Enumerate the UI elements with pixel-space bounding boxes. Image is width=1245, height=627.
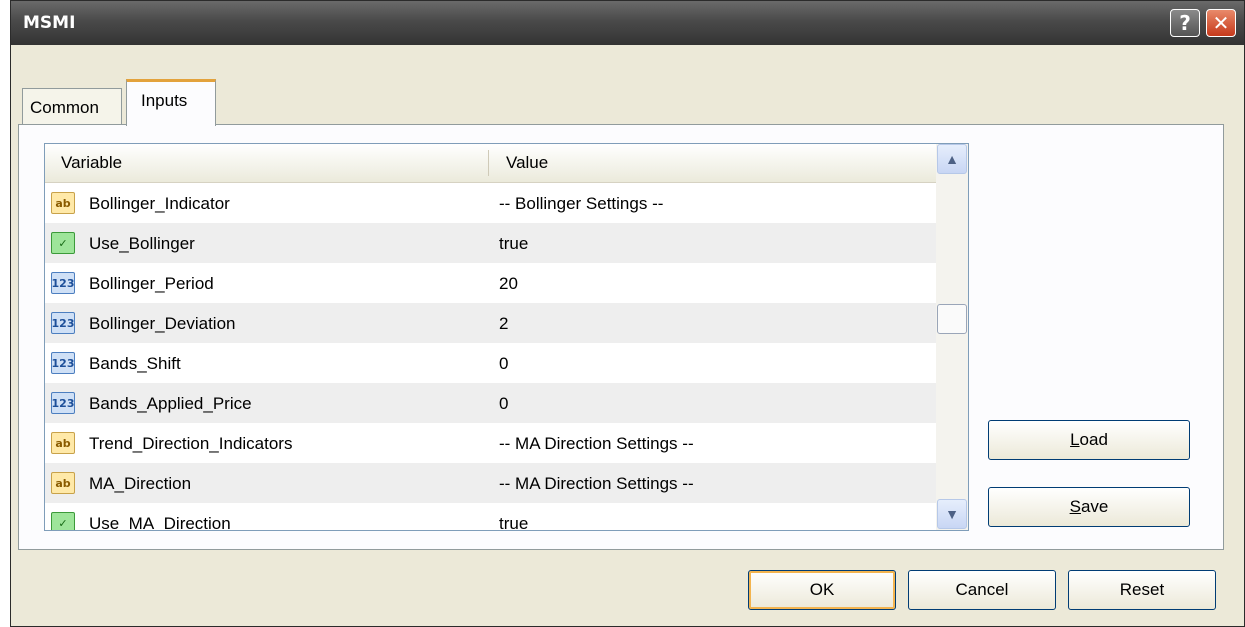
load-accesskey: L xyxy=(1070,430,1080,449)
variable-value[interactable]: 2 xyxy=(499,314,508,334)
save-button[interactable]: Save xyxy=(988,487,1190,527)
variable-value[interactable]: true xyxy=(499,514,528,530)
cancel-button[interactable]: Cancel xyxy=(908,570,1056,610)
variable-name: Use_MA_Direction xyxy=(89,514,231,531)
grid-rows: ab Bollinger_Indicator -- Bollinger Settin… xyxy=(45,183,936,531)
variable-name: Bollinger_Deviation xyxy=(89,314,236,333)
string-type-icon: ab xyxy=(51,432,75,454)
boolean-type-icon: ✓ xyxy=(51,512,75,530)
variable-name: Use_Bollinger xyxy=(89,234,195,253)
integer-type-icon: 123 xyxy=(51,312,75,334)
table-row[interactable]: ✓ Use_Bollinger true xyxy=(45,223,936,263)
grid-header: Variable Value xyxy=(45,144,936,183)
variable-value[interactable]: -- Bollinger Settings -- xyxy=(499,194,663,214)
window-title: MSMI xyxy=(23,13,76,33)
variable-value[interactable]: 0 xyxy=(499,354,508,374)
integer-type-icon: 123 xyxy=(51,392,75,414)
table-row[interactable]: ✓ Use_MA_Direction true xyxy=(45,503,936,531)
title-bar[interactable]: MSMI ? ✕ xyxy=(11,1,1244,45)
column-divider[interactable] xyxy=(488,150,489,176)
scroll-up-button[interactable]: ▲ xyxy=(937,144,967,174)
string-type-icon: ab xyxy=(51,192,75,214)
inputs-grid: Variable Value ab Bollinger_Indicator -- B… xyxy=(44,143,969,531)
variable-name: Bands_Applied_Price xyxy=(89,394,252,413)
column-header-variable[interactable]: Variable xyxy=(61,153,122,173)
variable-value[interactable]: true xyxy=(499,234,528,254)
close-button[interactable]: ✕ xyxy=(1206,9,1236,37)
variable-name: Trend_Direction_Indicators xyxy=(89,434,293,453)
variable-name: Bollinger_Period xyxy=(89,274,214,293)
scroll-down-button[interactable]: ▼ xyxy=(937,499,967,529)
tab-common[interactable]: Common xyxy=(22,88,122,124)
column-header-value[interactable]: Value xyxy=(506,153,548,173)
ok-button[interactable]: OK xyxy=(748,570,896,610)
table-row[interactable]: ab MA_Direction -- MA Direction Settings -… xyxy=(45,463,936,503)
load-button[interactable]: Load xyxy=(988,420,1190,460)
reset-button[interactable]: Reset xyxy=(1068,570,1216,610)
table-row[interactable]: 123 Bands_Shift 0 xyxy=(45,343,936,383)
variable-name: MA_Direction xyxy=(89,474,192,493)
boolean-type-icon: ✓ xyxy=(51,232,75,254)
table-row[interactable]: 123 Bollinger_Period 20 xyxy=(45,263,936,303)
variable-value[interactable]: -- MA Direction Settings -- xyxy=(499,434,694,454)
variable-value[interactable]: 0 xyxy=(499,394,508,414)
string-type-icon: ab xyxy=(51,472,75,494)
vertical-scrollbar[interactable]: ▲ ▼ xyxy=(936,144,968,530)
table-row[interactable]: ab Bollinger_Indicator -- Bollinger Settin… xyxy=(45,183,936,223)
scroll-thumb[interactable] xyxy=(937,304,967,334)
table-row[interactable]: ab Trend_Direction_Indicators -- MA Direct… xyxy=(45,423,936,463)
save-accesskey: S xyxy=(1069,497,1081,516)
save-label: ave xyxy=(1080,497,1109,516)
variable-name: Bollinger_Indicator xyxy=(89,194,230,213)
tab-inputs[interactable]: Inputs xyxy=(126,79,216,126)
variable-value[interactable]: -- MA Direction Settings -- xyxy=(499,474,694,494)
variable-value[interactable]: 20 xyxy=(499,274,518,294)
integer-type-icon: 123 xyxy=(51,352,75,374)
variable-name: Bands_Shift xyxy=(89,354,181,373)
table-row[interactable]: 123 Bands_Applied_Price 0 xyxy=(45,383,936,423)
table-row[interactable]: 123 Bollinger_Deviation 2 xyxy=(45,303,936,343)
load-label: oad xyxy=(1079,430,1108,449)
integer-type-icon: 123 xyxy=(51,272,75,294)
help-button[interactable]: ? xyxy=(1170,9,1200,37)
